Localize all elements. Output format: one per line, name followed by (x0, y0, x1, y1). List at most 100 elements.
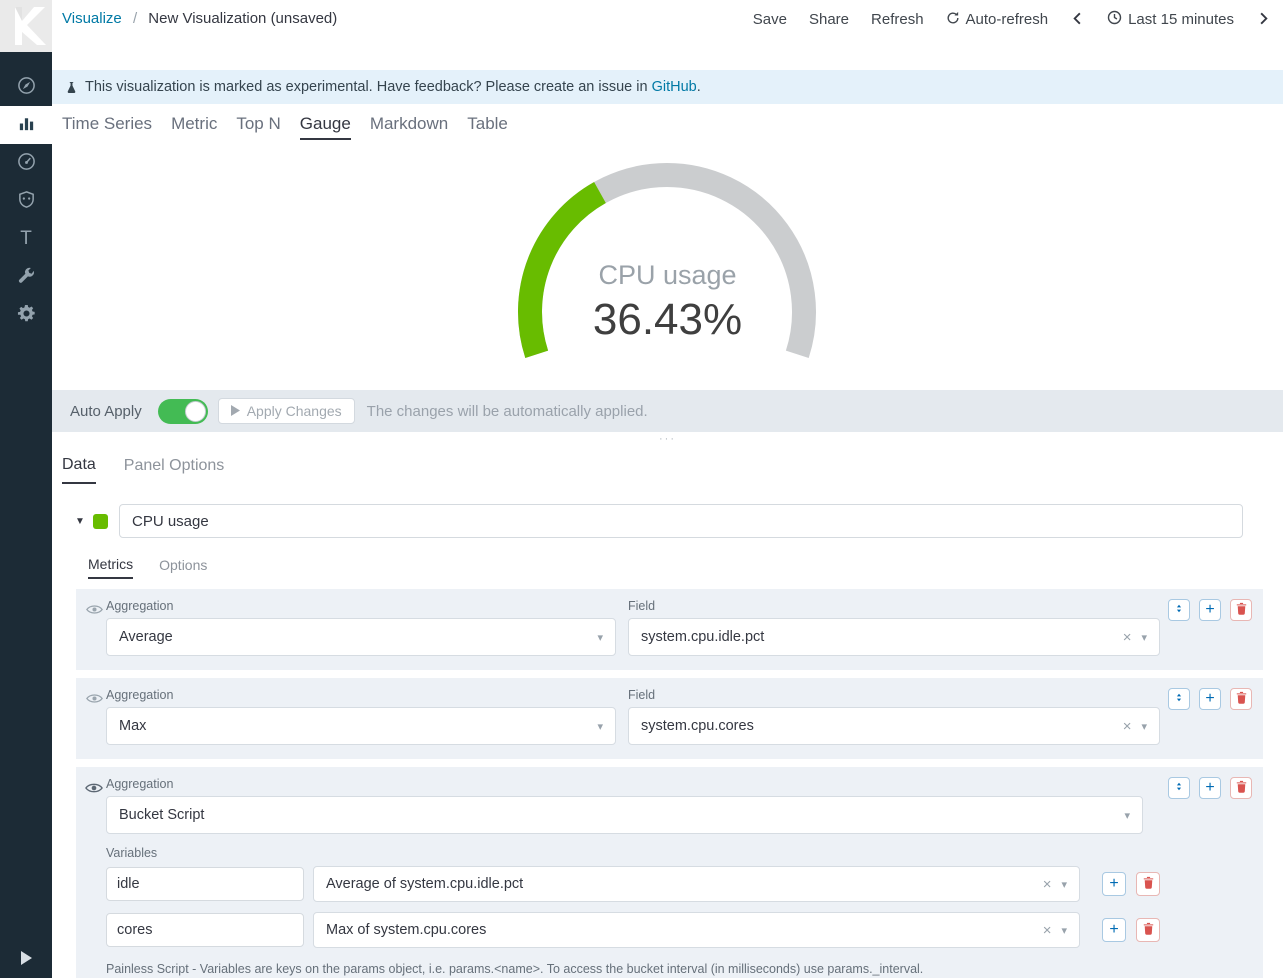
tab-table[interactable]: Table (467, 114, 508, 140)
sidebar-item-dev-tools[interactable] (0, 258, 52, 296)
tab-options[interactable]: Options (159, 556, 207, 579)
variables-label: Variables (106, 846, 1160, 860)
series-label-input[interactable] (119, 504, 1243, 538)
time-back-button[interactable] (1070, 11, 1085, 29)
delete-metric-button[interactable] (1230, 599, 1252, 621)
tab-markdown[interactable]: Markdown (370, 114, 448, 140)
variable-value-select[interactable]: Max of system.cpu.cores × ▾ (313, 912, 1080, 948)
aggregation-label: Aggregation (106, 688, 616, 702)
tab-gauge[interactable]: Gauge (300, 114, 351, 140)
aggregation-select[interactable]: Bucket Script ▾ (106, 796, 1143, 834)
sidebar-item-visualize[interactable] (0, 106, 52, 144)
top-actions: Save Share Refresh Auto-refresh Last 15 … (753, 10, 1271, 29)
gauge-value: 36.43% (52, 295, 1283, 345)
tab-data[interactable]: Data (62, 456, 96, 484)
time-forward-button[interactable] (1256, 11, 1271, 29)
variable-name-input[interactable] (106, 867, 304, 901)
delete-metric-button[interactable] (1230, 777, 1252, 799)
metric-row: Aggregation Bucket Script ▾ Variables Av… (76, 767, 1263, 978)
clear-icon[interactable]: × (1123, 630, 1132, 645)
trash-icon (1143, 922, 1154, 938)
clear-icon[interactable]: × (1123, 719, 1132, 734)
refresh-button[interactable]: Refresh (871, 11, 924, 28)
sort-arrows-icon (1173, 602, 1185, 618)
flask-icon (66, 80, 77, 95)
clear-icon[interactable]: × (1043, 923, 1052, 938)
add-metric-button[interactable]: + (1199, 777, 1221, 799)
field-label: Field (628, 599, 1160, 613)
clear-icon[interactable]: × (1043, 877, 1052, 892)
tab-top-n[interactable]: Top N (236, 114, 280, 140)
eye-icon[interactable] (82, 688, 106, 705)
field-label: Field (628, 688, 1160, 702)
kibana-logo[interactable] (0, 0, 52, 52)
tab-time-series[interactable]: Time Series (62, 114, 152, 140)
delete-metric-button[interactable] (1230, 688, 1252, 710)
github-link[interactable]: GitHub (652, 79, 697, 95)
eye-icon[interactable] (82, 599, 106, 616)
sidebar-item-timelion[interactable]: T (0, 220, 52, 258)
compass-icon (17, 76, 36, 98)
metric-row: Aggregation Average ▾ Field system.cpu.i… (76, 589, 1263, 670)
sidebar-item-management[interactable] (0, 296, 52, 334)
share-button[interactable]: Share (809, 11, 849, 28)
sidebar-collapse-button[interactable] (14, 946, 38, 970)
aggregation-select[interactable]: Max ▾ (106, 707, 616, 745)
auto-apply-bar: Auto Apply Apply Changes The changes wil… (52, 390, 1283, 432)
delete-variable-button[interactable] (1136, 872, 1160, 896)
auto-apply-toggle[interactable] (158, 399, 208, 424)
aggregation-select[interactable]: Average ▾ (106, 618, 616, 656)
bar-chart-icon (17, 114, 36, 136)
field-select[interactable]: system.cpu.idle.pct × ▾ (628, 618, 1160, 656)
field-select[interactable]: system.cpu.cores × ▾ (628, 707, 1160, 745)
tab-metric[interactable]: Metric (171, 114, 217, 140)
play-icon (20, 951, 32, 965)
gauge-icon (17, 152, 36, 174)
metric-row: Aggregation Max ▾ Field system.cpu.cores (76, 678, 1263, 759)
page-title: New Visualization (unsaved) (148, 10, 337, 27)
plus-icon: + (1205, 602, 1214, 618)
auto-refresh-button[interactable]: Auto-refresh (946, 11, 1049, 29)
tab-panel-options[interactable]: Panel Options (124, 456, 225, 484)
add-variable-button[interactable]: + (1102, 918, 1126, 942)
sidebar-item-dashboard[interactable] (0, 144, 52, 182)
chevron-down-icon[interactable]: ▾ (1141, 720, 1147, 733)
save-button[interactable]: Save (753, 11, 787, 28)
panel-resize-handle[interactable]: ··· (52, 432, 1283, 448)
chevron-down-icon[interactable]: ▾ (597, 720, 603, 733)
tab-metrics[interactable]: Metrics (88, 556, 133, 579)
wrench-icon (17, 266, 36, 288)
reorder-metric-button[interactable] (1168, 688, 1190, 710)
gauge-visualization: CPU usage 36.43% (52, 140, 1283, 390)
sort-arrows-icon (1173, 691, 1185, 707)
chevron-right-icon (1256, 11, 1271, 29)
chevron-down-icon[interactable]: ▾ (1061, 924, 1067, 937)
chevron-down-icon[interactable]: ▾ (1061, 878, 1067, 891)
series-color-swatch[interactable] (93, 514, 108, 529)
time-range-button[interactable]: Last 15 minutes (1107, 10, 1234, 29)
variable-name-input[interactable] (106, 913, 304, 947)
chevron-down-icon[interactable]: ▾ (1141, 631, 1147, 644)
trash-icon (1236, 780, 1247, 796)
sidebar-item-monitoring[interactable] (0, 182, 52, 220)
chevron-down-icon[interactable]: ▾ (1124, 809, 1130, 822)
chevron-down-icon[interactable]: ▾ (597, 631, 603, 644)
eye-icon[interactable] (82, 777, 106, 795)
reorder-metric-button[interactable] (1168, 599, 1190, 621)
experimental-banner: This visualization is marked as experime… (52, 70, 1283, 104)
series-collapse-toggle[interactable]: ▼ (72, 516, 88, 527)
sort-arrows-icon (1173, 780, 1185, 796)
apply-changes-button[interactable]: Apply Changes (218, 398, 355, 424)
add-metric-button[interactable]: + (1199, 599, 1221, 621)
sidebar-item-discover[interactable] (0, 68, 52, 106)
clock-icon (1107, 10, 1122, 29)
breadcrumb-visualize-link[interactable]: Visualize (62, 10, 122, 27)
variable-value-select[interactable]: Average of system.cpu.idle.pct × ▾ (313, 866, 1080, 902)
reorder-metric-button[interactable] (1168, 777, 1190, 799)
variable-row: Average of system.cpu.idle.pct × ▾ + (106, 866, 1160, 902)
add-variable-button[interactable]: + (1102, 872, 1126, 896)
auto-apply-hint: The changes will be automatically applie… (367, 403, 648, 420)
aggregation-label: Aggregation (106, 777, 1160, 791)
delete-variable-button[interactable] (1136, 918, 1160, 942)
add-metric-button[interactable]: + (1199, 688, 1221, 710)
